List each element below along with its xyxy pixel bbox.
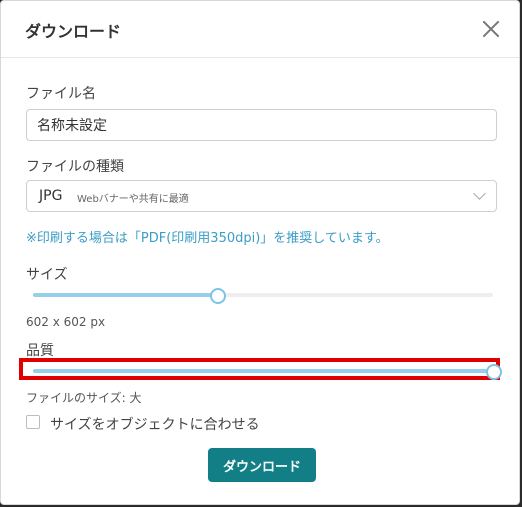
- dialog-header: ダウンロード: [1, 1, 519, 58]
- quality-label: 品質: [26, 343, 54, 359]
- fit-to-object-checkbox[interactable]: [26, 415, 40, 429]
- download-dialog: ダウンロード ファイル名 ファイルの種類 JPG Webバナーや共有に最適 ※印…: [0, 0, 520, 505]
- chevron-down-icon: [473, 187, 486, 200]
- size-readout: 602 x 602 px: [26, 315, 106, 329]
- close-icon[interactable]: [481, 19, 501, 39]
- filename-label: ファイル名: [26, 86, 96, 102]
- size-slider-fill: [33, 293, 217, 297]
- size-label: サイズ: [26, 267, 68, 283]
- quality-slider[interactable]: [33, 363, 502, 380]
- filename-input[interactable]: [26, 109, 497, 141]
- file-size-readout: ファイルのサイズ: 大: [26, 391, 142, 405]
- filetype-label: ファイルの種類: [26, 159, 124, 175]
- filetype-selected-value: JPG: [39, 188, 63, 204]
- print-recommendation-note: ※印刷する場合は「PDF(印刷用350dpi)」を推奨しています。: [26, 231, 389, 246]
- quality-slider-thumb[interactable]: [486, 364, 502, 380]
- size-slider[interactable]: [33, 287, 493, 304]
- filetype-description: Webバナーや共有に最適: [77, 194, 189, 205]
- filetype-select[interactable]: JPG Webバナーや共有に最適: [26, 180, 497, 212]
- size-slider-thumb[interactable]: [210, 288, 226, 304]
- dialog-title: ダウンロード: [25, 22, 122, 41]
- download-button[interactable]: ダウンロード: [208, 448, 316, 482]
- quality-slider-fill: [33, 369, 493, 373]
- fit-to-object-label[interactable]: サイズをオブジェクトに合わせる: [50, 414, 260, 434]
